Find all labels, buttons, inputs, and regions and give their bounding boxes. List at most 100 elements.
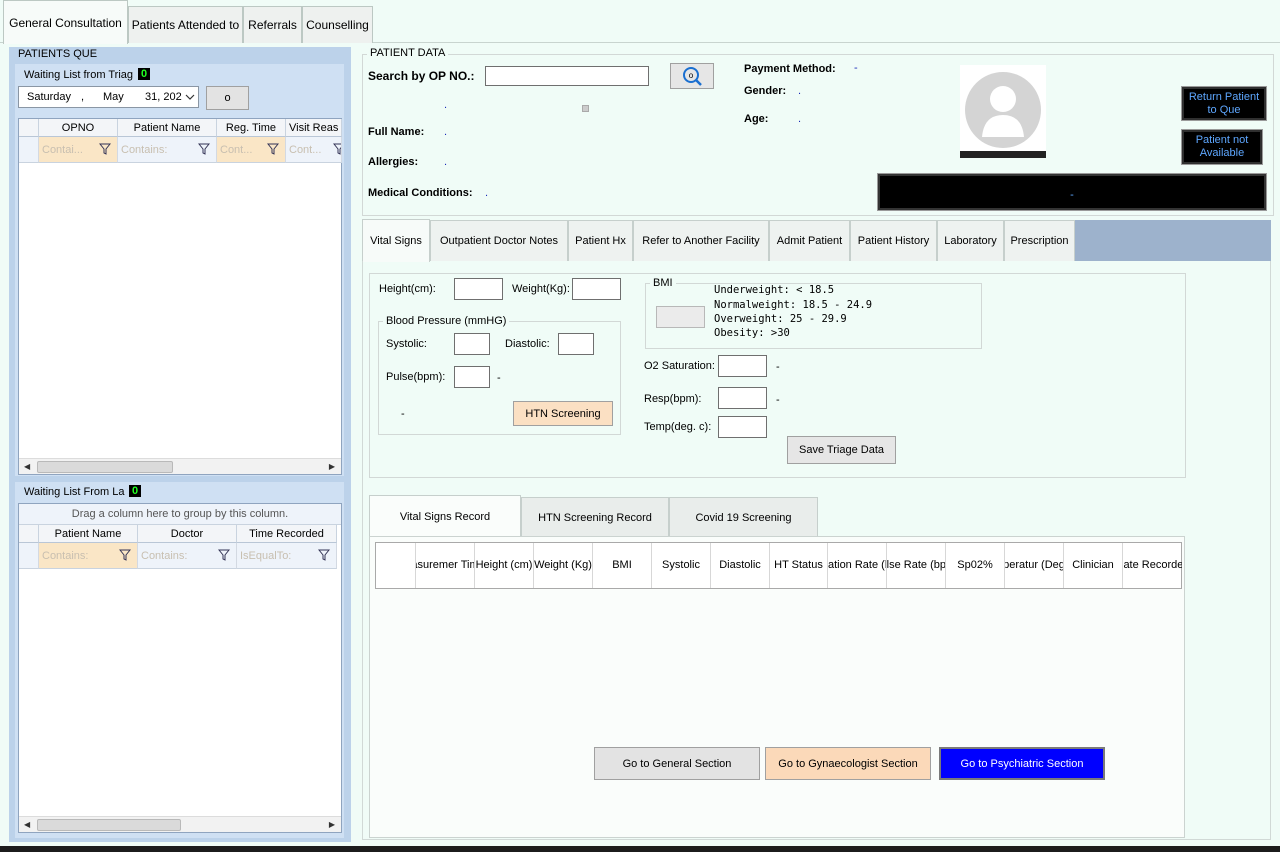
tab-prescription[interactable]: Prescription (1004, 220, 1075, 261)
triage-grid: OPNO Patient Name Reg. Time Visit Reas C… (18, 118, 342, 475)
filter-time-recorded[interactable]: IsEqualTo: (237, 543, 337, 569)
systolic-input[interactable] (454, 333, 490, 355)
filter-icon[interactable] (198, 143, 210, 155)
col-patient-name[interactable]: Patient Name (118, 119, 217, 137)
search-label: Search by OP NO.: (368, 69, 475, 83)
resp-input[interactable] (718, 387, 767, 409)
col-temperature[interactable]: emperatur (Deg. c) (1005, 543, 1064, 588)
gender-value: . (798, 85, 802, 97)
weight-input[interactable] (572, 278, 621, 300)
load-triage-button[interactable]: o (206, 86, 249, 110)
pulse-label: Pulse(bpm): (386, 371, 446, 383)
col-height[interactable]: Height (cm) (475, 543, 534, 588)
col-spo2[interactable]: Sp02% (946, 543, 1005, 588)
allergies-label: Allergies: (368, 156, 419, 168)
tab-htn-record[interactable]: HTN Screening Record (521, 497, 669, 537)
col-bmi[interactable]: BMI (593, 543, 652, 588)
medical-conditions-label: Medical Conditions: (368, 187, 473, 199)
scroll-right-icon[interactable]: ▶ (329, 462, 335, 471)
op-number-input[interactable] (485, 66, 649, 86)
tab-patient-hx[interactable]: Patient Hx (568, 220, 633, 261)
col-reg-time[interactable]: Reg. Time (217, 119, 286, 137)
filter-icon[interactable] (267, 143, 279, 155)
full-name-value: . (444, 126, 448, 138)
temp-input[interactable] (718, 416, 767, 438)
filter-lab-patient[interactable]: Contains: (39, 543, 138, 569)
tab-refer-facility[interactable]: Refer to Another Facility (633, 220, 769, 261)
triage-hscroll[interactable]: ◀ ▶ (19, 458, 341, 474)
col-respiration-rate[interactable]: espiration Rate (bpm) (828, 543, 887, 588)
tab-vital-signs[interactable]: Vital Signs (362, 219, 430, 262)
filter-icon[interactable] (333, 143, 342, 155)
filter-icon[interactable] (318, 549, 330, 561)
date-picker[interactable]: Saturday , May 31, 202 (18, 86, 199, 108)
tab-patient-history[interactable]: Patient History (850, 220, 937, 261)
tab-referrals[interactable]: Referrals (243, 6, 302, 43)
col-weight[interactable]: Weight (Kg) (534, 543, 593, 588)
scroll-right-icon[interactable]: ▶ (329, 820, 335, 829)
tab-counselling[interactable]: Counselling (302, 6, 373, 43)
group-by-area[interactable]: Drag a column here to group by this colu… (19, 504, 341, 525)
triage-label: Waiting List from Triag (24, 69, 134, 81)
patient-not-available-button[interactable]: Patient not Available (1181, 129, 1263, 165)
col-pulse-rate[interactable]: Pulse Rate (bpm) (887, 543, 946, 588)
allergies-value: . (444, 156, 448, 168)
save-triage-button[interactable]: Save Triage Data (787, 436, 896, 464)
lab-hscroll[interactable]: ◀ ▶ (19, 816, 341, 832)
main-tab-strip: General Consultation Patients Attended t… (0, 0, 1280, 44)
bmi-range-underweight: Underweight: < 18.5 (714, 284, 835, 296)
payment-method-label: Payment Method: (744, 63, 836, 75)
col-lab-patient-name[interactable]: Patient Name (39, 525, 138, 543)
filter-opno[interactable]: Contai... (39, 137, 118, 163)
filter-icon[interactable] (218, 549, 230, 561)
col-diastolic[interactable]: Diastolic (711, 543, 770, 588)
age-value: . (798, 113, 802, 125)
col-time-recorded[interactable]: Time Recorded (237, 525, 337, 543)
tab-patients-attended[interactable]: Patients Attended to (128, 6, 243, 43)
tab-outpatient-doctor-notes[interactable]: Outpatient Doctor Notes (430, 220, 568, 261)
col-date-recorded[interactable]: Date Recorded (1123, 543, 1182, 588)
height-input[interactable] (454, 278, 503, 300)
o2-input[interactable] (718, 355, 767, 377)
medical-conditions-value: . (485, 187, 489, 199)
psychiatric-section-button[interactable]: Go to Psychiatric Section (939, 747, 1105, 780)
scroll-left-icon[interactable]: ◀ (24, 462, 30, 471)
tab-vital-signs-record[interactable]: Vital Signs Record (369, 495, 521, 537)
col-ht-status[interactable]: HT Status (770, 543, 828, 588)
col-measurement-time[interactable]: easuremer Time (416, 543, 475, 588)
filter-indicator (19, 543, 39, 569)
filter-icon[interactable] (99, 143, 111, 155)
patients-que-title: PATIENTS QUE (18, 48, 98, 60)
scroll-left-icon[interactable]: ◀ (24, 820, 30, 829)
col-clinician[interactable]: Clinician (1064, 543, 1123, 588)
small-icon (582, 105, 589, 112)
tab-laboratory[interactable]: Laboratory (937, 220, 1004, 261)
scroll-thumb[interactable] (37, 819, 181, 831)
col-doctor[interactable]: Doctor (138, 525, 237, 543)
return-to-que-button[interactable]: Return Patient to Que (1181, 86, 1267, 121)
tab-covid-screening[interactable]: Covid 19 Screening (669, 497, 818, 537)
height-label: Height(cm): (379, 283, 436, 295)
filter-doctor[interactable]: Contains: (138, 543, 237, 569)
filter-patient-name[interactable]: Contains: (118, 137, 217, 163)
filter-visit-reason[interactable]: Cont... (286, 137, 342, 163)
search-button[interactable]: o (670, 63, 714, 89)
filter-icon[interactable] (119, 549, 131, 561)
col-opno[interactable]: OPNO (39, 119, 118, 137)
filter-reg-time[interactable]: Cont... (217, 137, 286, 163)
col-systolic[interactable]: Systolic (652, 543, 711, 588)
gynaecologist-section-button[interactable]: Go to Gynaecologist Section (765, 747, 931, 780)
weight-label: Weight(Kg): (512, 283, 570, 295)
col-visit-reason[interactable]: Visit Reas (286, 119, 342, 137)
patient-status-banner: - (877, 173, 1267, 211)
pulse-input[interactable] (454, 366, 490, 388)
tab-general-consultation[interactable]: General Consultation (3, 0, 128, 44)
full-name-label: Full Name: (368, 126, 425, 138)
htn-screening-button[interactable]: HTN Screening (513, 401, 613, 426)
general-section-button[interactable]: Go to General Section (594, 747, 760, 780)
diastolic-input[interactable] (558, 333, 594, 355)
bmi-value-box (656, 306, 705, 328)
resp-dash: - (776, 394, 780, 406)
scroll-thumb[interactable] (37, 461, 173, 473)
tab-admit-patient[interactable]: Admit Patient (769, 220, 850, 261)
